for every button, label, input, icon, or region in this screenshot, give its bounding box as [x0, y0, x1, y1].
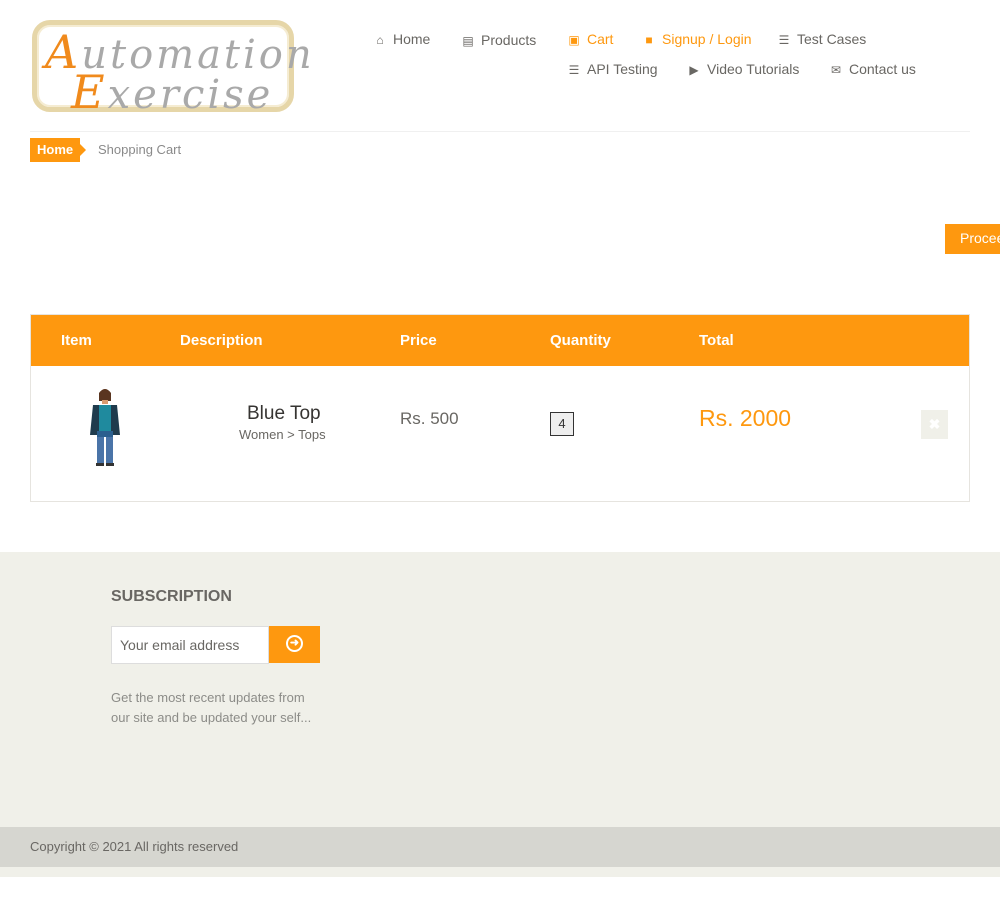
subscription-title: SUBSCRIPTION: [111, 588, 232, 605]
product-category: Women > Tops: [239, 427, 326, 442]
cart-table: Item Description Price Quantity Total Bl…: [30, 314, 970, 502]
youtube-icon: ▶: [689, 63, 699, 77]
arrow-circle-right-icon: ➜: [286, 635, 303, 652]
bottom-strip: [0, 867, 1000, 877]
footer-widget: SUBSCRIPTION ➜ Get the most recent updat…: [0, 552, 1000, 827]
nav-api-testing-label: API Testing: [587, 61, 658, 77]
copyright-text: Copyright © 2021 All rights reserved: [30, 839, 239, 854]
nav-products-label: Products: [481, 32, 537, 48]
header-price: Price: [400, 332, 437, 349]
nav-api-testing[interactable]: ☰ API Testing: [567, 61, 658, 77]
cart-table-header: Item Description Price Quantity Total: [31, 315, 969, 366]
nav-video-label: Video Tutorials: [707, 61, 800, 77]
subscription-note: Get the most recent updates from our sit…: [111, 690, 312, 725]
nav-contact-us[interactable]: ✉ Contact us: [829, 61, 916, 77]
nav-home-label: Home: [393, 31, 431, 47]
product-image[interactable]: [87, 387, 123, 467]
products-icon: ▤: [462, 34, 474, 48]
lock-icon: ■: [645, 33, 653, 47]
list-icon: ☰: [778, 33, 790, 47]
product-total: Rs. 2000: [699, 405, 792, 431]
nav-signup-login[interactable]: ■ Signup / Login: [642, 31, 752, 47]
subscribe-button[interactable]: ➜: [269, 626, 320, 663]
nav-products[interactable]: ▤ Products: [461, 32, 536, 48]
product-price: Rs. 500: [400, 409, 459, 428]
nav-home[interactable]: ⌂ Home: [373, 31, 430, 47]
proceed-to-checkout-button[interactable]: Procee: [945, 224, 1000, 254]
copyright-bar: Copyright © 2021 All rights reserved: [0, 827, 1000, 867]
list-icon: ☰: [568, 63, 580, 77]
header-item: Item: [61, 332, 92, 349]
nav-cart[interactable]: ▣ Cart: [567, 31, 613, 47]
breadcrumb-current: Shopping Cart: [98, 142, 182, 157]
cart-icon: ▣: [568, 33, 580, 47]
close-icon: ✖: [928, 416, 941, 432]
home-icon: ⌂: [376, 33, 384, 47]
breadcrumb-home[interactable]: Home: [30, 138, 87, 162]
nav-contact-label: Contact us: [849, 61, 916, 77]
envelope-icon: ✉: [830, 63, 842, 77]
nav-video-tutorials[interactable]: ▶ Video Tutorials: [687, 61, 799, 77]
nav-signup-label: Signup / Login: [662, 31, 752, 47]
header-divider: [30, 131, 970, 132]
delete-item-button[interactable]: ✖: [921, 410, 948, 439]
nav-test-cases[interactable]: ☰ Test Cases: [777, 31, 867, 47]
product-name-link[interactable]: Blue Top: [247, 403, 321, 425]
header-total: Total: [699, 332, 734, 349]
header-quantity: Quantity: [550, 332, 611, 349]
header-description: Description: [180, 332, 263, 349]
product-quantity: 4: [550, 412, 574, 436]
subscription-email-input[interactable]: [111, 626, 269, 664]
main-nav: ⌂ Home ▤ Products ▣ Cart ■ Signup / Login ☰ T…: [0, 0, 1000, 100]
nav-test-cases-label: Test Cases: [797, 31, 867, 47]
nav-cart-label: Cart: [587, 31, 614, 47]
